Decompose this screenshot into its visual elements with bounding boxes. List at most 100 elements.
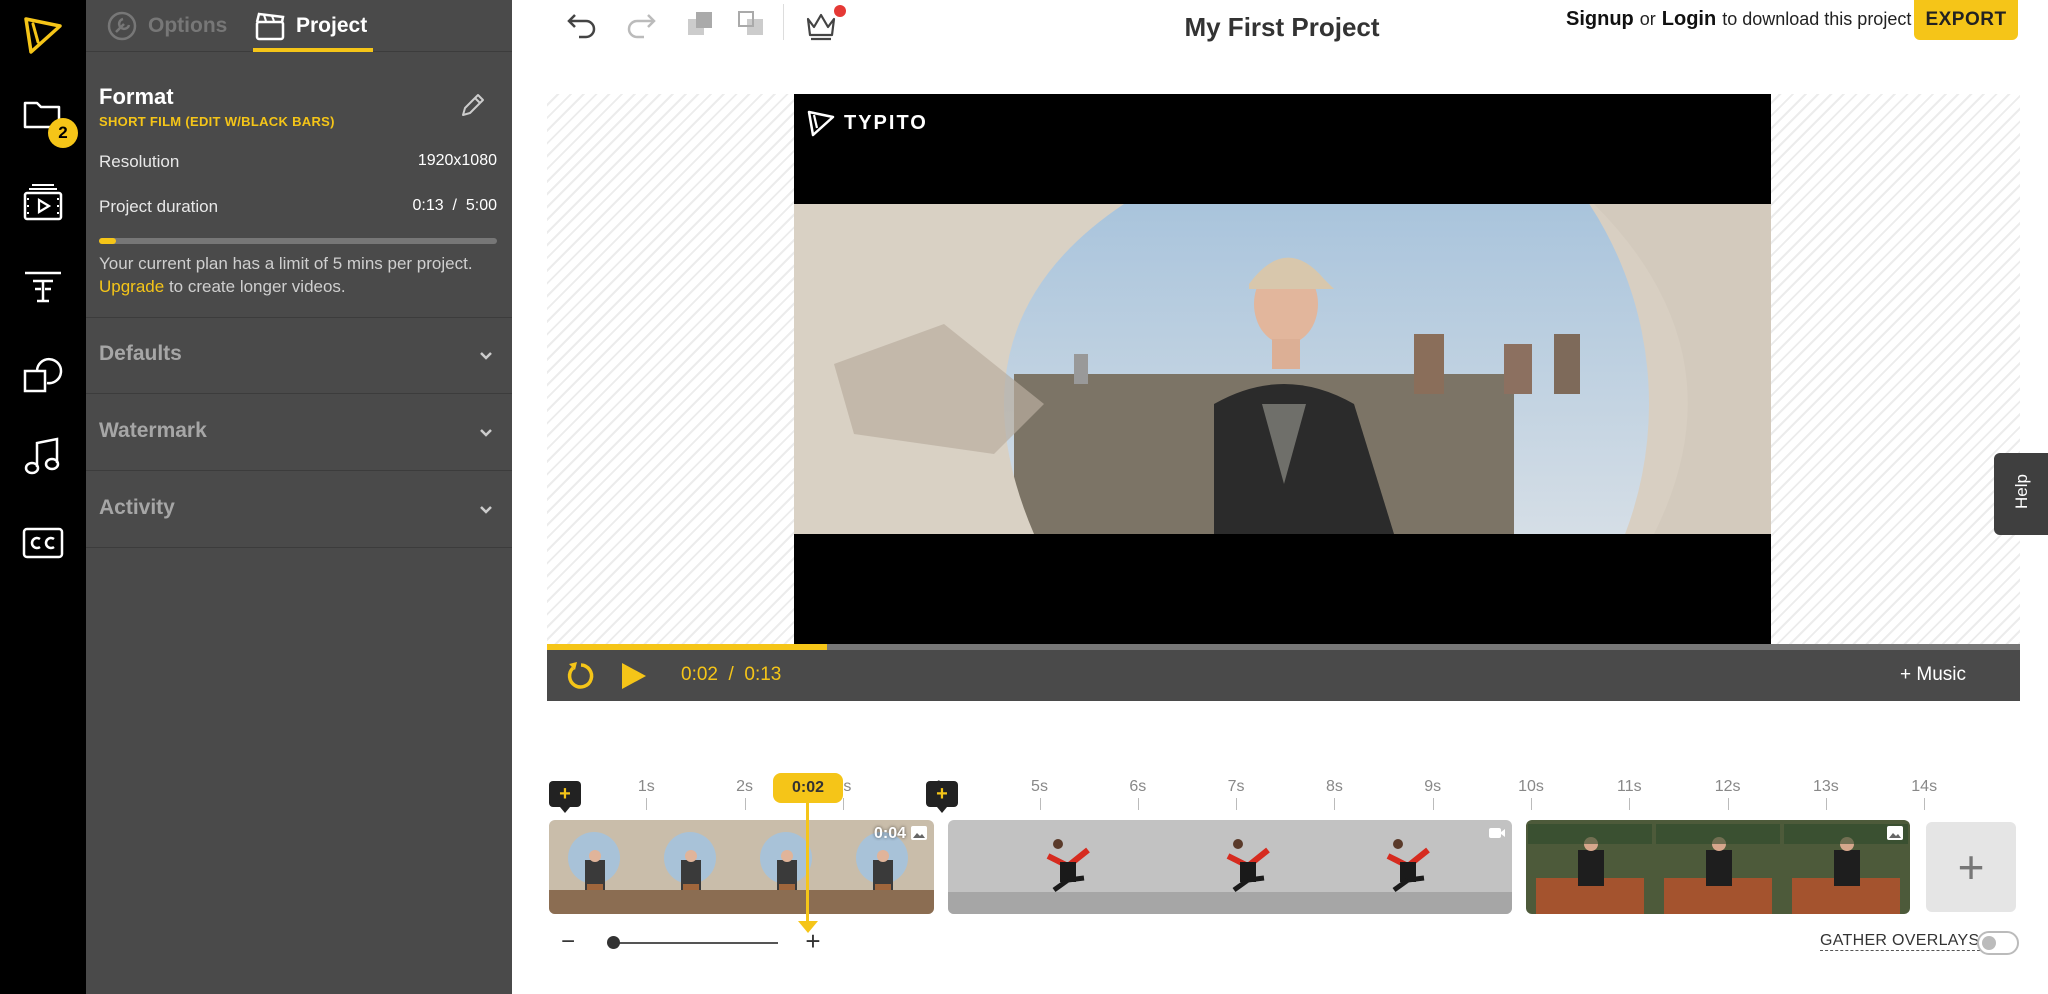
music-note-icon[interactable] (18, 432, 68, 482)
ruler-tick (1432, 798, 1434, 810)
ruler-tick (1236, 798, 1238, 810)
typito-watermark: TYPITO (806, 108, 928, 138)
zoom-slider-handle[interactable] (607, 936, 621, 949)
duration-value: 0:13 / 5:00 (412, 197, 497, 214)
ruler-label: 5s (1031, 778, 1048, 795)
ruler-label: 8s (1325, 778, 1343, 795)
watermark-section[interactable]: Watermark (86, 395, 512, 471)
tab-options[interactable]: Options (106, 0, 227, 52)
signup-link[interactable]: Signup (1566, 8, 1634, 31)
text-icon[interactable] (18, 260, 68, 310)
replay-icon[interactable] (563, 658, 599, 694)
zoom-in-button[interactable]: + (800, 928, 826, 954)
clip-thumbnails (948, 820, 1512, 914)
gather-overlays-label: GATHER OVERLAYS (1820, 932, 1980, 951)
ruler-label: 11s (1616, 778, 1642, 795)
ruler-tick (1727, 798, 1729, 810)
video-icon (1489, 828, 1505, 838)
add-music-button[interactable]: + Music (1900, 664, 1966, 686)
ruler-label: 13s (1812, 778, 1839, 795)
timeline-clip[interactable] (948, 820, 1512, 914)
resolution-value: 1920x1080 (417, 152, 497, 169)
watermark-text: TYPITO (844, 111, 928, 134)
clip-duration: 0:04 (873, 825, 906, 842)
add-scene-button[interactable]: + (926, 781, 958, 813)
clip-thumbnails (1526, 820, 1910, 914)
redo-icon[interactable] (621, 4, 661, 44)
panel-tabs: Options Project (86, 0, 512, 52)
ruler-tick (646, 798, 648, 810)
chevron-down-icon (480, 429, 492, 437)
project-title[interactable]: My First Project (1060, 12, 1504, 43)
image-icon (911, 826, 927, 840)
media-count-badge: 2 (48, 118, 78, 148)
project-panel: Options Project Format SHORT FILM (EDIT … (86, 0, 512, 994)
zoom-slider-track[interactable] (608, 942, 778, 944)
ruler-label: 1s (637, 778, 655, 795)
typito-logo-icon (807, 110, 835, 137)
play-icon[interactable] (615, 658, 651, 694)
ruler-tick (1137, 798, 1139, 810)
video-scenes-icon[interactable] (18, 178, 68, 228)
image-icon (1887, 826, 1903, 840)
timeline-clip[interactable] (1526, 820, 1910, 914)
defaults-section[interactable]: Defaults (86, 318, 512, 394)
duration-label: Project duration (99, 197, 219, 216)
ruler-tick (744, 798, 746, 810)
or-text: or (1639, 9, 1656, 29)
format-subtitle: SHORT FILM (EDIT W/BLACK BARS) (99, 114, 335, 129)
icon-rail: 2 (0, 0, 86, 994)
ruler-tick (1629, 798, 1631, 810)
playback-time: 0:02 / 0:13 (681, 664, 782, 685)
help-label: Help (2012, 474, 2031, 509)
tab-project-label: Project (296, 14, 368, 37)
defaults-label: Defaults (99, 342, 182, 365)
toolbar-separator (783, 4, 784, 40)
portrait-photo (794, 204, 1771, 534)
typito-logo-icon[interactable] (18, 10, 68, 60)
shapes-icon[interactable] (18, 348, 68, 398)
auth-prompt: Signup or Login to download this project (1566, 8, 1911, 31)
upgrade-link[interactable]: Upgrade (99, 277, 164, 296)
resolution-label: Resolution (99, 152, 180, 171)
timeline-clip[interactable]: 0:04 (549, 820, 934, 914)
edit-format-pencil-icon[interactable] (458, 90, 488, 120)
playhead-time[interactable]: 0:02 (773, 773, 843, 803)
ruler-tick (1531, 798, 1532, 810)
tab-options-label: Options (148, 14, 228, 37)
playhead-line[interactable] (806, 803, 809, 923)
wrench-icon (107, 11, 137, 41)
add-clip-button[interactable]: + (1926, 822, 2016, 912)
zoom-out-button[interactable]: − (556, 930, 580, 954)
ruler-label: 7s (1227, 778, 1245, 795)
folder-icon[interactable]: 2 (18, 90, 78, 148)
undo-icon[interactable] (562, 4, 602, 44)
activity-label: Activity (99, 496, 175, 519)
send-backward-icon[interactable] (732, 4, 772, 44)
bring-forward-icon[interactable] (681, 4, 721, 44)
activity-section[interactable]: Activity (86, 472, 512, 548)
chevron-down-icon (480, 352, 492, 360)
chevron-down-icon (480, 506, 492, 514)
ruler-tick (1334, 798, 1336, 810)
video-preview[interactable]: TYPITO (794, 94, 1771, 645)
ruler-tick (1924, 798, 1926, 810)
help-tab[interactable]: Help (1994, 453, 2048, 535)
notification-dot (834, 5, 846, 17)
clapperboard-icon (255, 12, 285, 41)
ruler-tick (842, 798, 844, 810)
plan-note-suffix: to create longer videos. (164, 277, 346, 296)
add-scene-button[interactable]: + (549, 781, 581, 813)
plan-note-text: Your current plan has a limit of 5 mins … (99, 254, 473, 273)
duration-progress-bar (99, 238, 497, 244)
export-button[interactable]: EXPORT (1914, 0, 2018, 40)
login-link[interactable]: Login (1662, 8, 1716, 31)
gather-overlays-toggle[interactable] (1977, 931, 2019, 955)
tab-project[interactable]: Project (254, 0, 367, 52)
duration-progress-fill (99, 238, 117, 244)
ruler-label: 14s (1911, 778, 1938, 795)
format-title: Format (99, 84, 174, 109)
scene-image (794, 204, 1771, 534)
cc-icon[interactable] (18, 518, 68, 568)
ruler-label: 10s (1518, 778, 1544, 795)
